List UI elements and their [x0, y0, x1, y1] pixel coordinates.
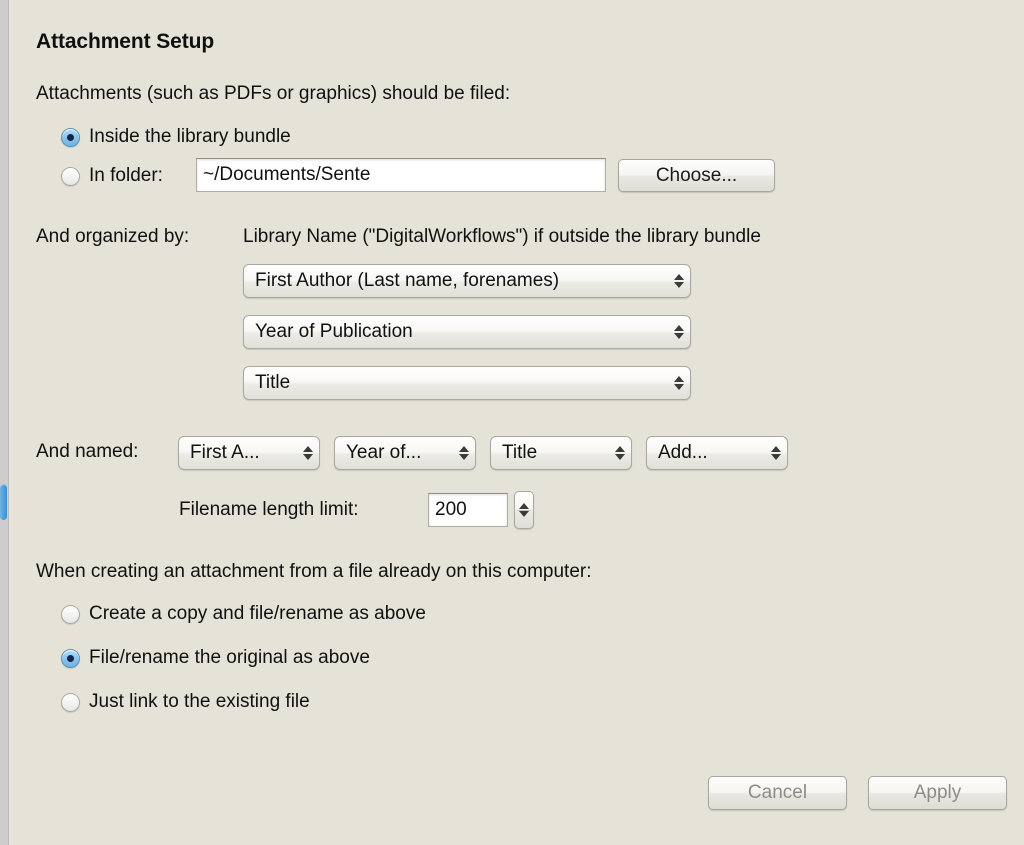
stepper-arrows-icon[interactable]	[668, 367, 690, 399]
named-part-1-popup[interactable]: First A...	[178, 436, 320, 470]
radio-indicator-in-folder[interactable]	[61, 166, 80, 186]
choose-folder-button[interactable]: Choose...	[618, 159, 775, 192]
folder-path-input[interactable]: ~/Documents/Sente	[196, 158, 606, 192]
chevron-down-icon	[674, 281, 684, 288]
named-add-value: Add...	[658, 442, 708, 463]
apply-button[interactable]: Apply	[868, 776, 1007, 810]
radio-indicator-just-link[interactable]	[61, 692, 80, 712]
chevron-down-icon	[674, 383, 684, 390]
chevron-down-icon	[674, 332, 684, 339]
stepper-arrows-icon[interactable]	[609, 437, 631, 469]
organize-level-3-value: Title	[255, 372, 291, 393]
filename-length-limit-label: Filename length limit:	[179, 499, 359, 520]
radio-inside-library-bundle[interactable]: Inside the library bundle	[61, 126, 291, 148]
stepper-arrows-icon[interactable]	[668, 316, 690, 348]
radio-label-just-link: Just link to the existing file	[89, 691, 310, 712]
radio-label-file-rename-original: File/rename the original as above	[89, 647, 370, 668]
organize-level-1-value: First Author (Last name, forenames)	[255, 270, 560, 291]
chevron-up-icon	[674, 325, 684, 332]
organize-level-3-popup[interactable]: Title	[243, 366, 691, 400]
radio-indicator-inside-bundle[interactable]	[61, 127, 80, 147]
named-part-3-value: Title	[502, 442, 538, 463]
chevron-up-icon	[771, 446, 781, 453]
named-add-popup[interactable]: Add...	[646, 436, 788, 470]
organized-by-label: And organized by:	[36, 226, 190, 247]
organize-level-2-value: Year of Publication	[255, 321, 413, 342]
chevron-up-icon	[459, 446, 469, 453]
cancel-button[interactable]: Cancel	[708, 776, 847, 810]
radio-create-copy[interactable]: Create a copy and file/rename as above	[61, 603, 426, 625]
stepper-arrows-icon[interactable]	[765, 437, 787, 469]
filename-length-limit-input[interactable]: 200	[428, 493, 508, 527]
filename-length-limit-stepper[interactable]	[514, 491, 534, 529]
organize-level-1-popup[interactable]: First Author (Last name, forenames)	[243, 264, 691, 298]
radio-indicator-create-copy[interactable]	[61, 604, 80, 624]
radio-just-link[interactable]: Just link to the existing file	[61, 691, 310, 713]
chevron-down-icon	[459, 453, 469, 460]
named-part-1-value: First A...	[190, 442, 260, 463]
radio-label-create-copy: Create a copy and file/rename as above	[89, 603, 426, 624]
stepper-up-icon[interactable]	[519, 502, 529, 509]
radio-indicator-file-rename-original[interactable]	[61, 648, 80, 668]
radio-label-inside-bundle: Inside the library bundle	[89, 126, 291, 147]
chevron-up-icon	[615, 446, 625, 453]
chevron-down-icon	[771, 453, 781, 460]
chevron-down-icon	[615, 453, 625, 460]
radio-file-rename-original[interactable]: File/rename the original as above	[61, 647, 370, 669]
chevron-up-icon	[303, 446, 313, 453]
organized-by-note: Library Name ("DigitalWorkflows") if out…	[243, 226, 761, 247]
existing-file-prompt: When creating an attachment from a file …	[36, 561, 592, 582]
named-part-2-value: Year of...	[346, 442, 422, 463]
stepper-arrows-icon[interactable]	[453, 437, 475, 469]
filing-prompt: Attachments (such as PDFs or graphics) s…	[36, 83, 511, 104]
chevron-down-icon	[303, 453, 313, 460]
chevron-up-icon	[674, 274, 684, 281]
stepper-arrows-icon[interactable]	[297, 437, 319, 469]
named-part-2-popup[interactable]: Year of...	[334, 436, 476, 470]
organize-level-2-popup[interactable]: Year of Publication	[243, 315, 691, 349]
stepper-down-icon[interactable]	[519, 511, 529, 518]
chevron-up-icon	[674, 376, 684, 383]
attachment-setup-panel: Attachment Setup Attachments (such as PD…	[0, 0, 1024, 845]
radio-label-in-folder: In folder:	[89, 165, 163, 186]
page-title: Attachment Setup	[36, 30, 215, 53]
stepper-arrows-icon[interactable]	[668, 265, 690, 297]
radio-in-folder[interactable]: In folder:	[61, 165, 163, 187]
and-named-label: And named:	[36, 441, 139, 462]
named-part-3-popup[interactable]: Title	[490, 436, 632, 470]
